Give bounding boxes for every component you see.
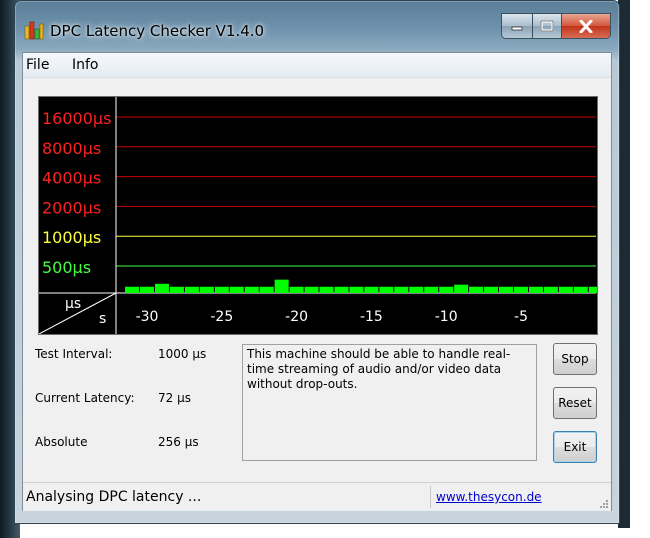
minimize-icon [511,26,523,31]
window-title: DPC Latency Checker V1.4.0 [50,22,265,40]
y-unit-label: µs [65,296,81,312]
close-button[interactable] [562,14,610,38]
latency-bar [154,283,169,293]
y-tick-label: 4000µs [42,169,101,188]
reset-button[interactable]: Reset [553,387,597,419]
y-tick-label: 1000µs [42,228,101,247]
x-tick-label: -15 [360,309,383,325]
status-bar: Analysing DPC latency ... www.thesycon.d… [23,482,611,511]
y-tick-label: 16000µs [42,109,111,128]
resize-grip-icon[interactable] [597,497,609,509]
app-window: DPC Latency Checker V1.4.0 File Info 160… [14,0,620,524]
menu-bar: File Info [23,53,611,78]
current-latency-label: Current Latency: [35,391,135,405]
current-latency-value: 72 µs [158,391,191,405]
latency-bar [349,286,364,293]
latency-bar [229,286,244,293]
latency-bar [558,286,573,293]
x-tick-label: -20 [285,309,308,325]
latency-bar [334,286,349,293]
latency-bar [274,279,289,293]
latency-bar [289,286,304,293]
test-interval-label: Test Interval: [35,347,113,361]
latency-bar [543,286,558,293]
latency-bar [364,286,379,293]
y-tick-label: 8000µs [42,139,101,158]
result-message: This machine should be able to handle re… [242,344,537,461]
latency-bar [140,286,154,293]
latency-chart: 16000µs 8000µs 4000µs 2000µs 1000µs 500µs µs s -… [38,96,598,335]
latency-bar [304,286,319,293]
menu-file[interactable]: File [26,57,49,73]
latency-bar [244,286,259,293]
x-tick-label: -30 [136,309,159,325]
x-tick-label: -10 [435,309,458,325]
latency-bar [439,286,454,293]
absolute-label: Absolute [35,435,88,449]
app-bars-icon [24,21,44,40]
caption-buttons [501,13,611,39]
latency-bar [573,286,588,293]
x-tick-label: -25 [210,309,233,325]
maximize-button[interactable] [533,14,562,38]
maximize-icon [540,20,554,32]
menu-info[interactable]: Info [72,57,99,73]
test-interval-value: 1000 µs [158,347,207,361]
minimize-button[interactable] [502,14,533,38]
status-text: Analysing DPC latency ... [26,489,202,505]
latency-bar [528,286,543,293]
x-tick-label: -5 [514,309,528,325]
absolute-value: 256 µs [158,435,199,449]
x-unit-label: s [99,311,106,327]
close-icon [579,19,593,33]
latency-bar [469,286,484,293]
latency-bar [588,286,597,293]
latency-bar [424,286,439,293]
exit-button[interactable]: Exit [553,431,597,463]
status-separator [430,486,431,508]
latency-bar [184,286,199,293]
latency-bar [259,286,274,293]
latency-bar [499,286,514,293]
stop-button[interactable]: Stop [553,343,597,375]
latency-chart-svg: 16000µs 8000µs 4000µs 2000µs 1000µs 500µs µs s -… [39,97,597,334]
client-area: File Info 16000µs 8000µs 4000µs 2000µs 1000µ… [22,52,612,511]
latency-bar [125,286,140,293]
y-tick-label: 500µs [42,258,91,277]
website-link[interactable]: www.thesycon.de [436,490,542,504]
latency-bar [199,286,214,293]
latency-bar [379,286,394,293]
latency-bar [169,286,184,293]
y-tick-label: 2000µs [42,198,101,217]
latency-bar [394,286,409,293]
latency-bar [409,286,424,293]
latency-bar [214,286,229,293]
latency-bar [484,286,499,293]
latency-bar [514,286,528,293]
latency-bar [319,286,334,293]
latency-bar [454,284,469,293]
